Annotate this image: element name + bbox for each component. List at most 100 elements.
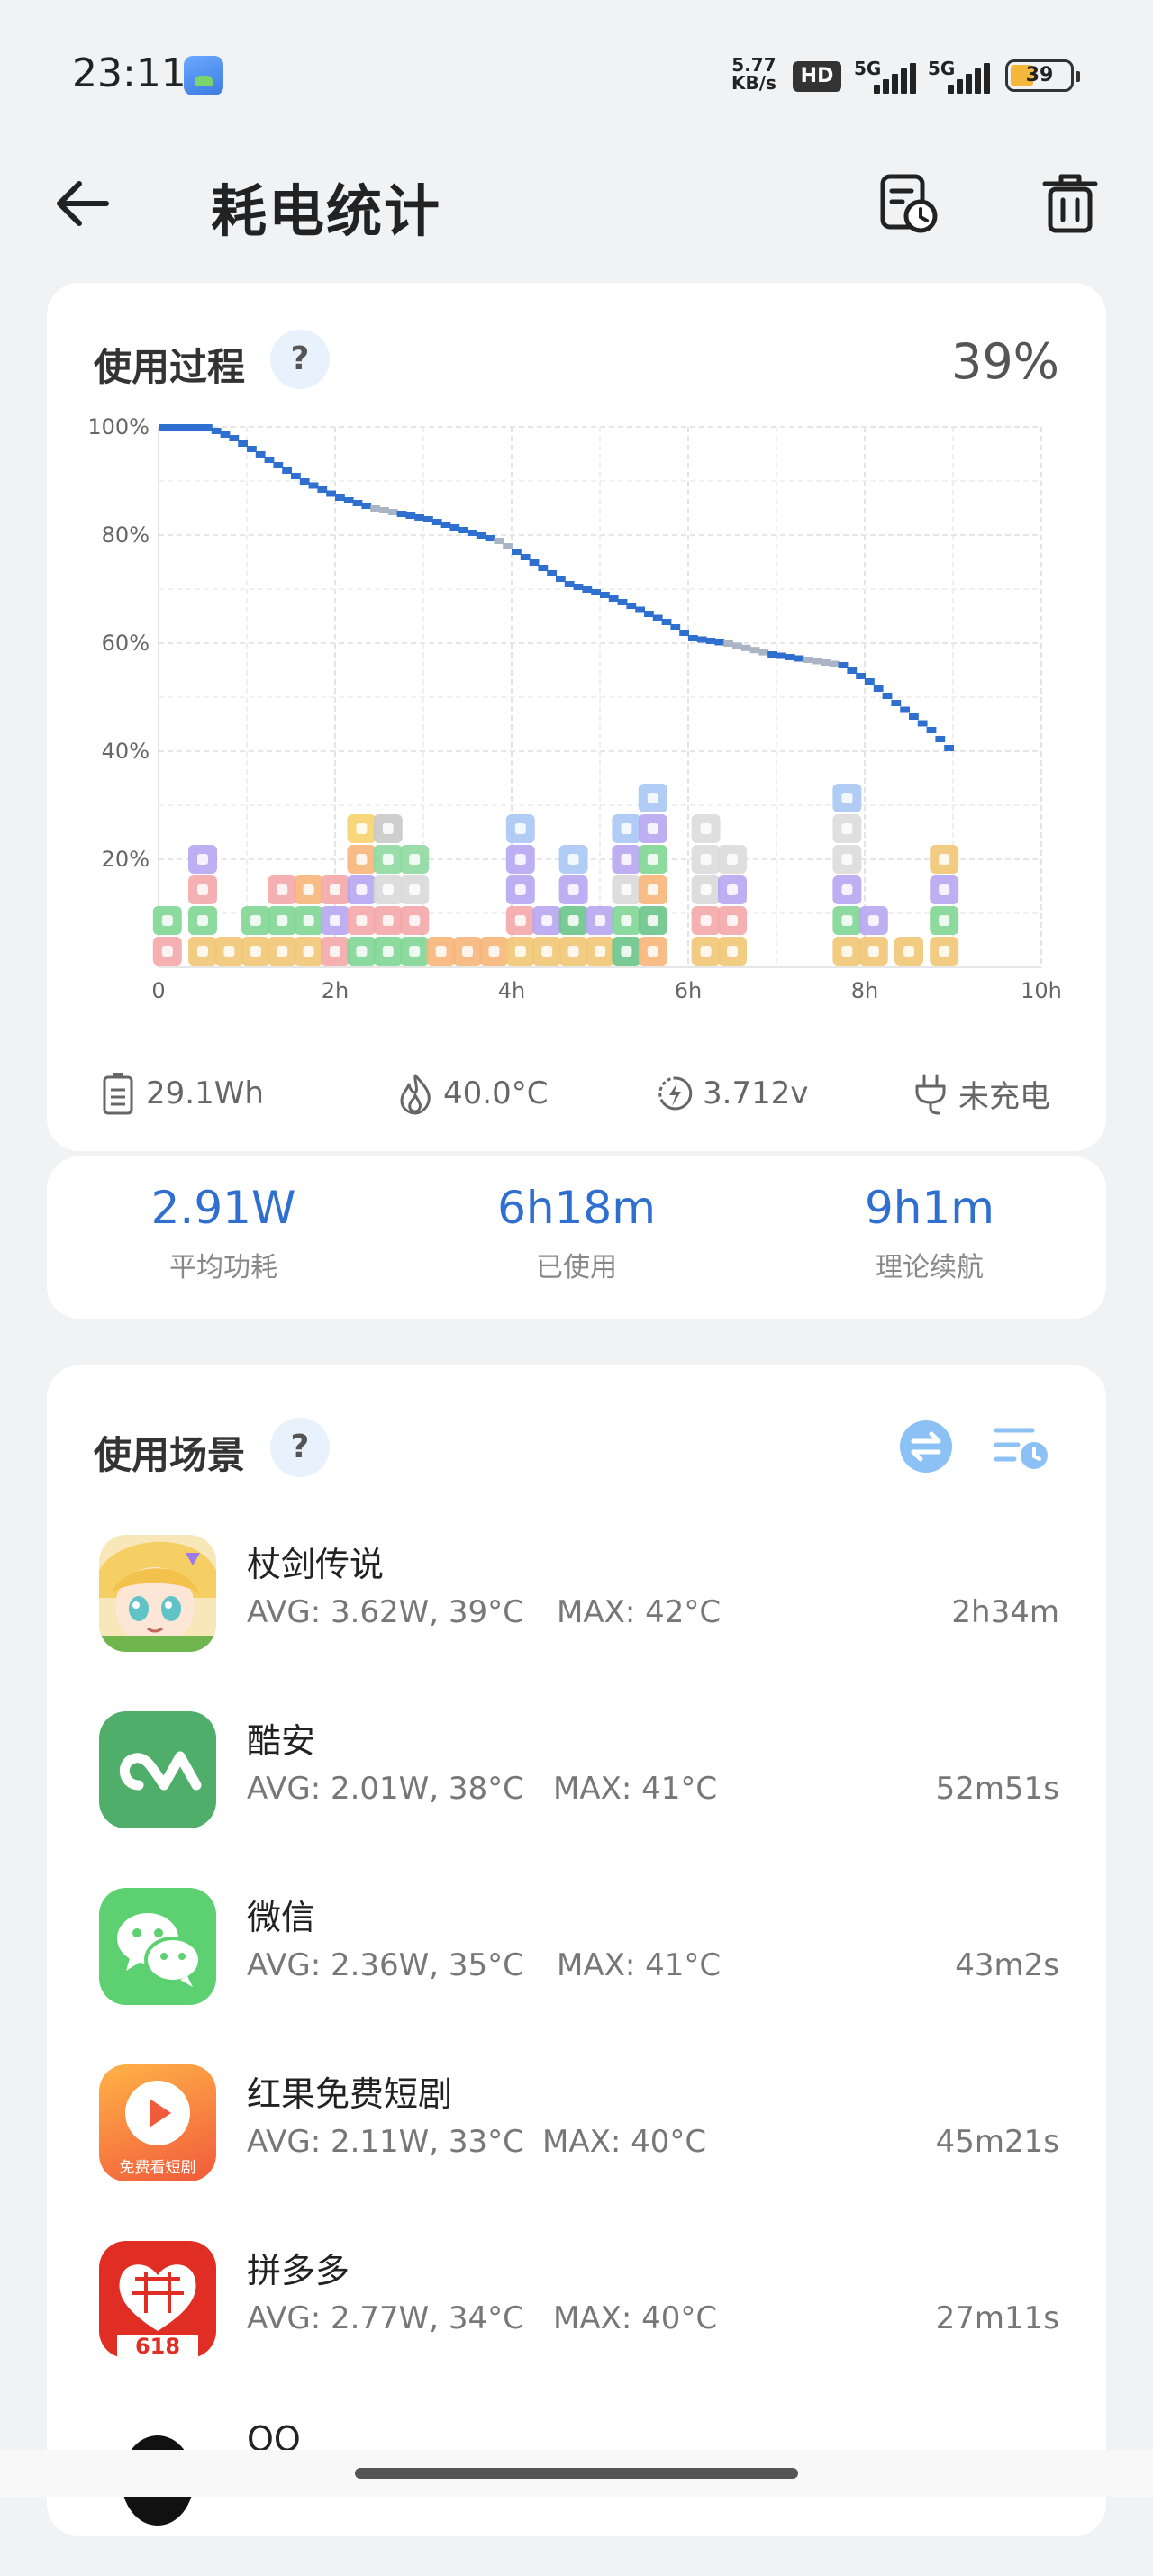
battery-line-segment [564,581,575,587]
activity-app-glyph [356,854,368,865]
list-item[interactable]: 酷安 AVG: 2.01W, 38°C MAX: 41°C 52m51s [47,1693,1106,1870]
activity-app-glyph [356,946,368,957]
battery-line-segment [670,624,681,630]
app-duration: 52m51s [935,1771,1059,1807]
activity-app-glyph [621,946,632,957]
battery-line-segment [829,660,840,667]
activity-app-glyph [382,823,394,834]
battery-line-segment [617,599,628,605]
activity-app-glyph [303,884,314,895]
hongguo-caption: 免费看短剧 [120,2159,196,2177]
activity-app-glyph [647,823,658,834]
list-time-icon[interactable] [993,1418,1050,1475]
network-speed-unit: KB/s [731,72,776,94]
app-name: 杖剑传说 [247,1545,385,1584]
schedule-history-icon[interactable] [876,171,940,236]
battery-stats-row: 29.1Wh 40.0°C 3.712v 未充电 [47,1057,1106,1129]
battery-line-segment [882,693,893,699]
battery-line-segment [185,424,195,431]
swap-icon[interactable] [897,1418,955,1475]
app-avg: AVG: 2.77W, 34°C [247,2300,524,2336]
battery-line-segment [264,457,275,463]
battery-line-segment [891,700,902,706]
list-item[interactable]: 微信 AVG: 2.36W, 35°C MAX: 41°C 43m2s [47,1870,1106,2046]
activity-app-glyph [382,915,394,926]
battery-line-segment [370,505,380,512]
flame-icon [400,1074,431,1115]
activity-app-glyph [514,823,526,834]
battery-line-segment [865,678,875,685]
battery-line-segment [573,584,584,590]
home-indicator[interactable] [355,2468,798,2479]
app-avg: AVG: 2.36W, 35°C [247,1947,524,1983]
battery-line-segment [900,706,910,713]
activity-app-glyph [197,915,208,926]
usage-scenes-card: 使用场景 ? 杖剑传说 AVG: 3.62W, 39°C MAX: 42°C 2… [47,1365,1106,2536]
activity-app-glyph [514,915,526,926]
app-max: MAX: 41°C [553,1771,718,1807]
battery-line-segment [749,647,760,654]
app-duration: 45m21s [935,2124,1059,2160]
activity-app-glyph [567,884,579,895]
battery-line-segment [335,494,345,501]
help-icon[interactable]: ? [270,330,330,389]
activity-app-glyph [939,884,950,895]
activity-app-glyph [462,946,473,957]
activity-app-glyph [939,915,950,926]
battery-line-segment [273,462,284,468]
battery-line-segment [705,638,716,644]
activity-app-glyph [356,915,368,926]
back-arrow-icon[interactable] [52,178,110,229]
trash-icon[interactable] [1038,171,1103,236]
battery-line-segment [440,522,451,528]
battery-line-segment [644,611,654,617]
battery-line-segment [405,512,416,519]
capacity-stat: 29.1Wh [99,1057,264,1129]
list-item[interactable]: 免费看短剧 红果免费短剧 AVG: 2.11W, 33°C MAX: 40°C … [47,2046,1106,2223]
battery-line-segment [203,424,213,431]
battery-line-segment [220,431,231,438]
avg-power-label: 平均功耗 [169,1252,277,1283]
battery-line-segment [556,576,566,582]
activity-app-glyph [841,854,853,865]
help-icon[interactable]: ? [270,1418,330,1477]
activity-app-glyph [330,884,340,895]
battery-line-segment [821,659,831,666]
temperature-value: 40.0°C [443,1075,549,1111]
battery-line-segment [873,685,884,692]
activity-app-glyph [567,854,579,865]
hongguo-icon: 免费看短剧 [99,2064,216,2181]
activity-app-glyph [330,946,340,957]
app-avg: AVG: 2.11W, 33°C [247,2124,524,2160]
activity-app-glyph [727,854,738,865]
pinduoduo-icon: 618 [99,2241,216,2358]
coolapk-icon [99,1711,216,1828]
battery-line-segment [308,482,319,489]
activity-app-glyph [161,946,173,957]
list-item[interactable]: 618 拼多多 AVG: 2.77W, 34°C MAX: 40°C 27m11… [47,2223,1106,2399]
battery-line-segment [343,497,354,503]
activity-app-glyph [250,946,261,957]
activity-app-glyph [197,946,208,957]
activity-app-glyph [567,946,579,957]
activity-app-glyph [435,946,447,957]
sim1-label: 5G [854,58,882,79]
battery-line-segment [159,424,168,431]
list-item[interactable]: 杖剑传说 AVG: 3.62W, 39°C MAX: 42°C 2h34m [47,1517,1106,1693]
endurance-label: 理论续航 [876,1252,984,1283]
battery-line-segment [167,424,177,431]
activity-app-glyph [841,915,853,926]
activity-app-glyph [647,884,658,895]
battery-line-segment [520,554,531,560]
battery-line-segment [282,467,292,474]
battery-line-segment [812,658,822,665]
plug-icon [915,1074,946,1115]
battery-line-segment [600,592,610,598]
status-bar: 23:11 5.77 KB/s HD 5G 5G 39 [0,0,1153,144]
activity-app-glyph [647,793,658,803]
x-tick-label: 6h [675,978,702,1003]
battery-line-segment [608,595,619,602]
activity-app-glyph [621,915,632,926]
battery-level: 39 [1025,64,1054,86]
battery-line-segment [361,503,372,509]
